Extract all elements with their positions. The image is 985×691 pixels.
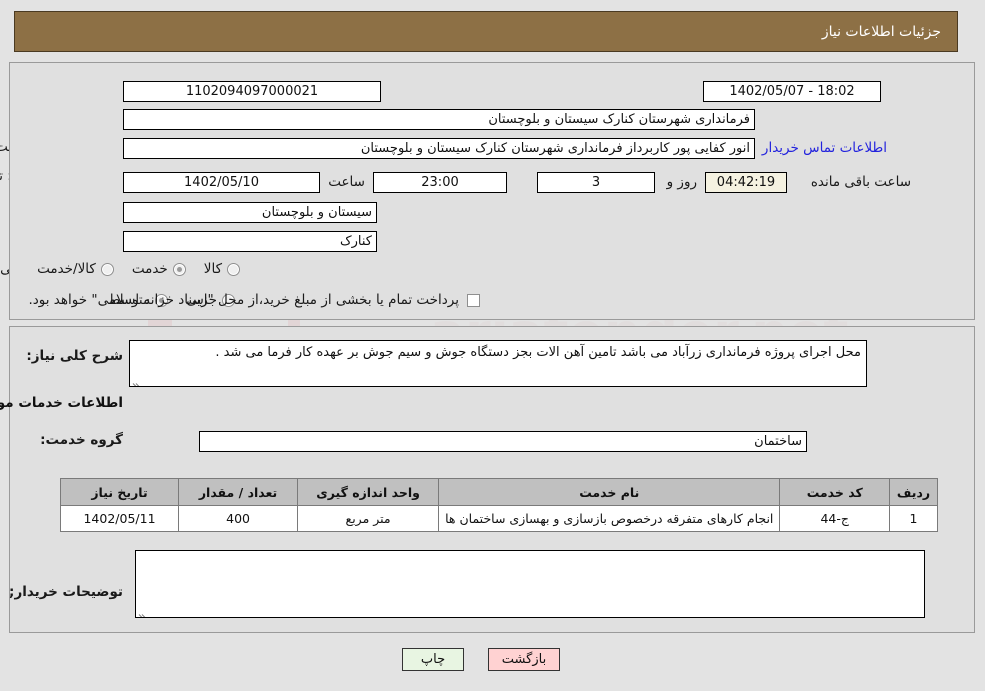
radio-category-service-label: خدمت: [131, 261, 168, 277]
cell-need-date: 1402/05/11: [59, 505, 180, 532]
services-section-heading: اطلاعات خدمات مورد نیاز: [0, 395, 123, 411]
radio-category-goods-service[interactable]: [100, 262, 114, 276]
table-row: 1 ج-44 انجام کارهای متفرقه درخصوص بازساز…: [59, 505, 938, 532]
services-table: ردیف کد خدمت نام خدمت واحد اندازه گیری ت…: [59, 478, 938, 532]
back-button[interactable]: بازگشت: [488, 648, 560, 671]
remaining-days-value: 3: [537, 172, 655, 193]
col-service-name: نام خدمت: [438, 478, 781, 506]
delivery-city-value: کنارک: [123, 231, 377, 252]
treasury-bond-checkbox[interactable]: [467, 293, 480, 307]
col-quantity: تعداد / مقدار: [178, 478, 299, 506]
general-description-textarea[interactable]: محل اجرای پروژه فرمانداری زرآباد می باشد…: [129, 340, 867, 387]
deadline-date-value: 1402/05/10: [123, 172, 320, 193]
resize-grip-icon-comments[interactable]: [138, 606, 148, 617]
buyer-contact-link[interactable]: اطلاعات تماس خریدار: [762, 140, 887, 156]
page-title-bar: جزئیات اطلاعات نیاز: [14, 11, 958, 52]
deadline-hour-value: 23:00: [373, 172, 507, 193]
buyer-comments-textarea[interactable]: [135, 550, 925, 618]
treasury-bond-text: پرداخت تمام یا بخشی از مبلغ خرید،از محل …: [28, 292, 459, 308]
radio-category-goods-service-label: کالا/خدمت: [37, 261, 96, 277]
request-creator-value: انور کفایی پور کاربرداز فرمانداری شهرستا…: [123, 138, 755, 159]
remaining-time-value: 04:42:19: [705, 172, 787, 193]
radio-category-goods-label: کالا: [203, 261, 222, 277]
col-need-date: تاریخ نیاز: [59, 478, 180, 506]
cell-quantity: 400: [178, 505, 299, 532]
service-group-value: ساختمان: [199, 431, 807, 452]
need-number-value: 1102094097000021: [123, 81, 381, 102]
radio-category-service[interactable]: [172, 262, 186, 276]
col-service-code: کد خدمت: [779, 478, 891, 506]
buyer-org-value: فرمانداری شهرستان کنارک سیستان و بلوچستا…: [123, 109, 755, 130]
remaining-days-label: روز و: [666, 174, 697, 190]
cell-row-no: 1: [889, 505, 938, 532]
general-description-value: محل اجرای پروژه فرمانداری زرآباد می باشد…: [215, 345, 861, 360]
deadline-hour-label: ساعت: [328, 174, 365, 190]
cell-service-code: ج-44: [779, 505, 891, 532]
buyer-comments-label: توضیحات خریدار;: [9, 584, 123, 600]
treasury-bond-row: پرداخت تمام یا بخشی از مبلغ خرید،از محل …: [28, 292, 480, 308]
col-unit: واحد اندازه گیری: [297, 478, 440, 506]
col-row-no: ردیف: [889, 478, 938, 506]
delivery-province-value: سیستان و بلوچستان: [123, 202, 377, 223]
announce-datetime-value: 18:02 - 1402/05/07: [703, 81, 881, 102]
table-header-row: ردیف کد خدمت نام خدمت واحد اندازه گیری ت…: [59, 478, 938, 506]
service-group-label: گروه خدمت:: [40, 432, 123, 448]
resize-grip-icon[interactable]: [132, 375, 142, 386]
cell-unit: متر مربع: [297, 505, 440, 532]
page-title: جزئیات اطلاعات نیاز: [821, 23, 941, 40]
cell-service-name: انجام کارهای متفرقه درخصوص بازسازی و بهس…: [438, 505, 781, 532]
print-button[interactable]: چاپ: [402, 648, 464, 671]
radio-category-goods[interactable]: [227, 262, 240, 276]
subject-category-radio-group: کالا خدمت کالا/خدمت: [37, 261, 240, 277]
general-description-label: شرح کلی نیاز:: [26, 348, 123, 364]
remaining-time-label: ساعت باقی مانده: [810, 174, 911, 190]
